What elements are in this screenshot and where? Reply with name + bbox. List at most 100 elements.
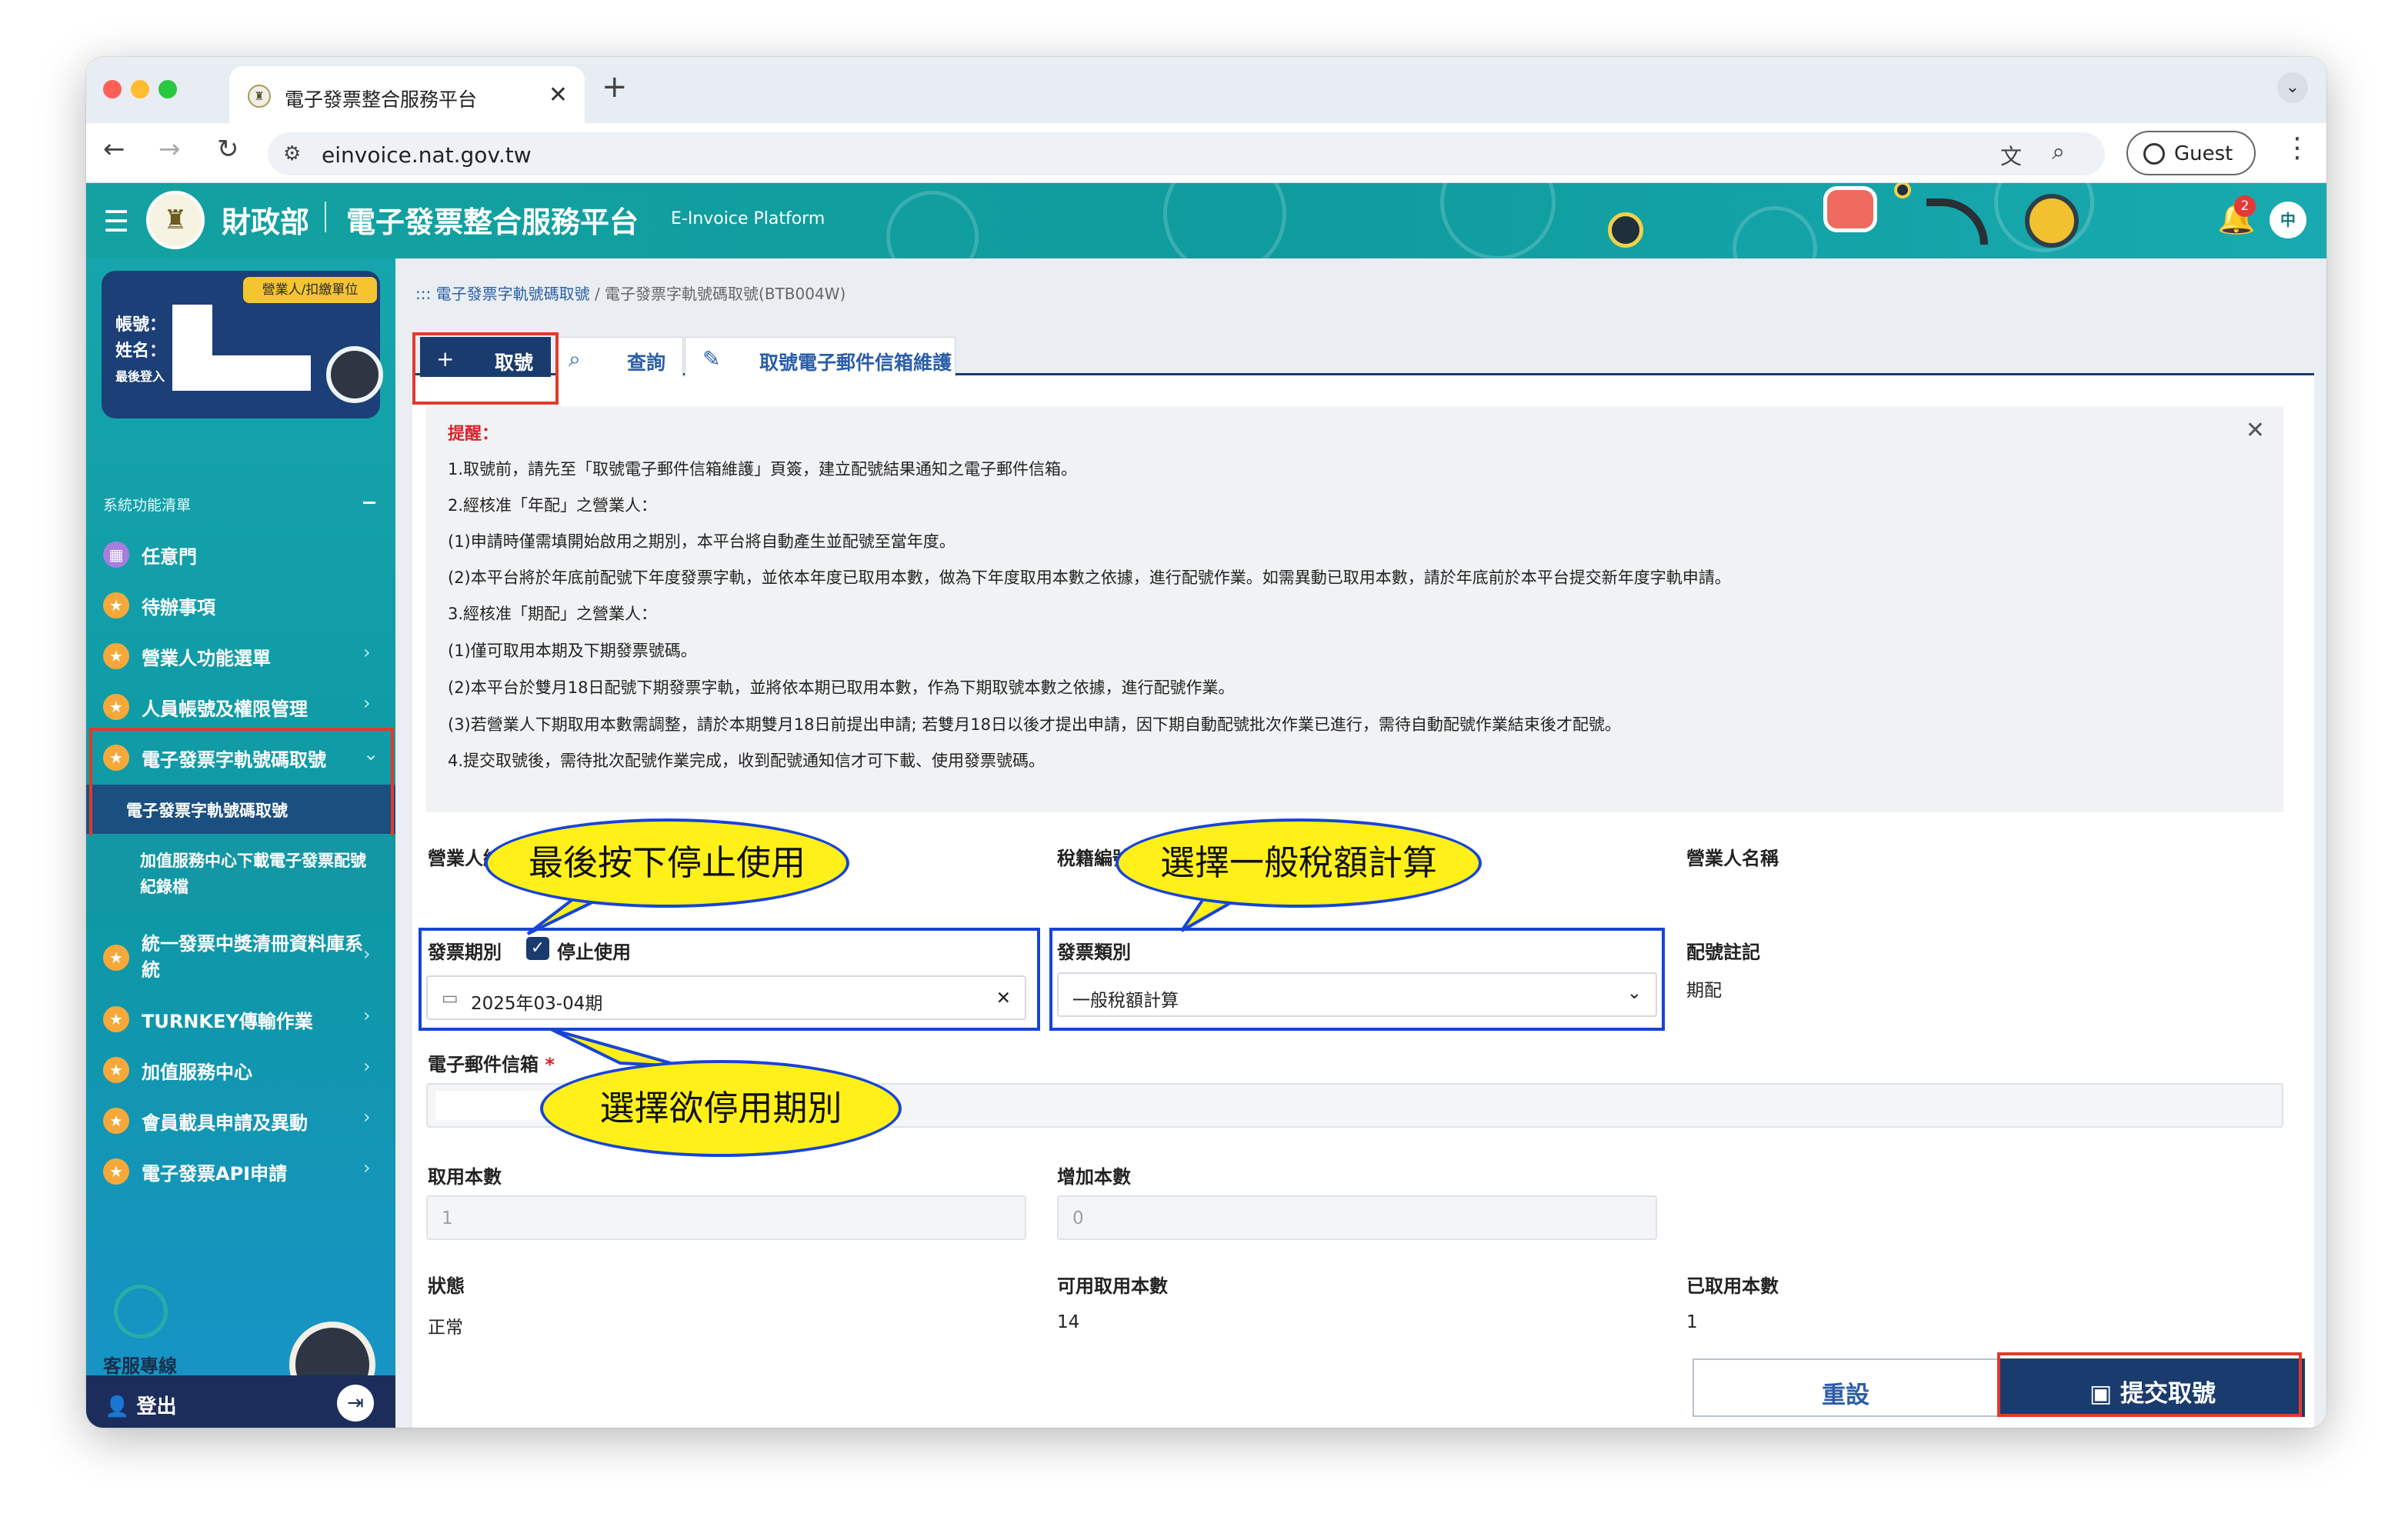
menu-section-title: 系統功能清單 [103, 497, 192, 514]
chevron-right-icon: › [363, 692, 371, 714]
zoom-window-button[interactable] [158, 80, 177, 98]
url-text: einvoice.nat.gov.tw [322, 142, 532, 168]
close-notice-icon[interactable]: ✕ [2246, 417, 2265, 444]
star-icon: ★ [103, 1057, 129, 1083]
sidebar-item-label: 電子發票API申請 [142, 1163, 288, 1185]
coin-decoration-icon [1608, 212, 1643, 248]
chevron-right-icon: › [363, 642, 371, 663]
ministry-logo: ♜ [146, 191, 205, 249]
star-icon: ★ [103, 1108, 129, 1134]
tab-strip: ♜ 電子發票整合服務平台 ✕ + ⌄ [86, 57, 2326, 123]
reload-icon[interactable]: ↻ [217, 134, 239, 165]
status-value: 正常 [428, 1318, 463, 1338]
logout-icon[interactable]: ⇥ [337, 1385, 374, 1422]
mascot-bear-icon [326, 346, 383, 403]
sidebar-item-label: 加值服務中心 [142, 1062, 252, 1083]
sidebar-item-portal[interactable]: ▦ 任意門 [86, 531, 395, 577]
add-count-label: 增加本數 [1057, 1166, 1131, 1188]
reset-button-label: 重設 [1822, 1382, 1869, 1409]
search-icon: ⌕ [569, 346, 581, 372]
minimize-window-button[interactable] [131, 80, 149, 98]
breadcrumb-parent[interactable]: 電子發票字軌號碼取號 [436, 285, 590, 303]
decor-circle [1733, 206, 1817, 258]
profile-button[interactable]: Guest [2126, 131, 2256, 175]
star-icon: ★ [103, 643, 129, 669]
add-count-input[interactable]: 0 [1057, 1195, 1657, 1240]
name-label: 姓名： [115, 342, 167, 361]
notice-line: (1)申請時僅需填開始啟用之期別，本平台將自動產生並配號至當年度。 [448, 532, 956, 551]
clear-date-icon[interactable]: ✕ [996, 988, 1011, 1008]
callout-select-type: 選擇一般稅額計算 [1116, 818, 1482, 908]
sidebar-item-turnkey[interactable]: ★ TURNKEY傳輸作業 › [86, 995, 395, 1042]
forward-icon[interactable]: → [158, 134, 181, 165]
sidebar-item-label: TURNKEY傳輸作業 [142, 1011, 313, 1032]
address-bar[interactable]: ⚙ einvoice.nat.gov.tw 文 ⌕ [268, 132, 2105, 175]
tab-email-maintenance[interactable]: ✎ 取號電子郵件信箱維護 [685, 337, 956, 377]
redacted-name [172, 355, 311, 391]
sidebar-item-api[interactable]: ★ 電子發票API申請 › [86, 1148, 395, 1194]
breadcrumb: ::: 電子發票字軌號碼取號 / 電子發票字軌號碼取號(BTB004W) [415, 282, 845, 304]
chevron-down-icon: ⌄ [1626, 983, 1642, 1003]
tab-search-chevron-icon[interactable]: ⌄ [2277, 72, 2308, 103]
highlight-box-submit [1997, 1352, 2302, 1417]
hamburger-menu-icon[interactable]: ☰ [103, 205, 129, 238]
sidebar-item-value-added[interactable]: ★ 加值服務中心 › [86, 1046, 395, 1092]
sidebar-item-label: 會員載具申請及異動 [142, 1112, 308, 1134]
zoom-icon[interactable]: ⌕ [2052, 138, 2065, 165]
callout-select-period: 選擇欲停用期別 [540, 1060, 902, 1157]
calendar-icon: ▭ [442, 988, 459, 1008]
logout-bar[interactable]: 👤 登出 ⇥ [86, 1375, 395, 1428]
sidebar-item-account-permissions[interactable]: ★ 人員帳號及權限管理 › [86, 683, 395, 729]
sidebar-item-winning-list[interactable]: ★ 統一發票中獎清冊資料庫系統 › [86, 926, 395, 988]
period-date-input[interactable]: ▭ 2025年03-04期 ✕ [426, 975, 1026, 1020]
browser-tab[interactable]: ♜ 電子發票整合服務平台 ✕ [229, 66, 585, 123]
notice-line: (2)本平台於雙月18日配號下期發票字軌，並將依本期已取用本數，作為下期取號本數… [448, 678, 1235, 697]
sidebar-item-todo[interactable]: ★ 待辦事項 [86, 582, 395, 628]
decor-circle [1163, 183, 1286, 258]
sidebar-item-label: 任意門 [142, 546, 197, 568]
breadcrumb-separator: / [594, 285, 605, 303]
chevron-right-icon: › [363, 1005, 371, 1026]
tab-query[interactable]: ⌕ 查詢 [557, 337, 683, 377]
user-card: 營業人/扣繳單位 帳號： 姓名： 最後登入 [102, 271, 383, 418]
site-settings-icon[interactable]: ⚙ [283, 142, 301, 165]
tab-label: 取號電子郵件信箱維護 [759, 352, 952, 374]
content-panel: + 取號 ⌕ 查詢 ✎ 取號電子郵件信箱維護 提醒： ✕ 1.取號前，請先至「取… [412, 325, 2314, 1428]
notice-title: 提醒： [448, 425, 499, 444]
sidebar-item-carrier[interactable]: ★ 會員載具申請及異動 › [86, 1097, 395, 1143]
stop-use-checkbox[interactable]: ✓ [526, 937, 549, 960]
profile-label: Guest [2174, 142, 2233, 165]
notice-line: 2.經核准「年配」之營業人： [448, 496, 658, 515]
business-name-label: 營業人名稱 [1686, 848, 1779, 869]
reset-button[interactable]: 重設 [1693, 1358, 1999, 1417]
sidebar-item-business-menu[interactable]: ★ 營業人功能選單 › [86, 632, 395, 678]
notice-line: (1)僅可取用本期及下期發票號碼。 [448, 642, 697, 660]
collapse-section-icon[interactable] [363, 502, 375, 504]
close-window-button[interactable] [103, 80, 122, 98]
highlight-box-take-tab [412, 332, 559, 405]
site-favicon-icon: ♜ [248, 85, 271, 108]
site-header: ☰ ♜ 財政部 電子發票整合服務平台 E-Invoice Platform 🔔 … [86, 183, 2326, 258]
back-icon[interactable]: ← [103, 134, 125, 165]
breadcrumb-current: 電子發票字軌號碼取號(BTB004W) [605, 285, 846, 303]
invoice-type-select[interactable]: 一般稅額計算 ⌄ [1057, 972, 1657, 1017]
highlight-box-sidebar [89, 728, 394, 840]
translate-icon[interactable]: 文 [2000, 140, 2022, 171]
chevron-right-icon: › [363, 1106, 371, 1128]
shopping-tag-icon [1823, 186, 1877, 232]
callout-tail-period [550, 1028, 682, 1068]
notice-box: 提醒： ✕ 1.取號前，請先至「取號電子郵件信箱維護」頁簽，建立配號結果通知之電… [426, 406, 2283, 812]
browser-window: ♜ 電子發票整合服務平台 ✕ + ⌄ ← → ↻ ⚙ einvoice.nat.… [86, 57, 2326, 1428]
hotline-label: 客服專線 [103, 1355, 177, 1377]
sidebar-subitem-download-records[interactable]: 加值服務中心下載電子發票配號紀錄檔 [86, 835, 395, 912]
tab-bar: + 取號 ⌕ 查詢 ✎ 取號電子郵件信箱維護 [412, 325, 2314, 377]
new-tab-icon[interactable]: + [602, 69, 628, 105]
platform-name: 電子發票整合服務平台 [346, 205, 639, 239]
take-count-input[interactable]: 1 [426, 1195, 1026, 1240]
notice-line: 3.經核准「期配」之營業人： [448, 605, 658, 623]
close-tab-icon[interactable]: ✕ [549, 82, 568, 108]
browser-menu-icon[interactable]: ⋮ [2283, 132, 2311, 164]
account-label: 帳號： [115, 315, 167, 335]
language-toggle-button[interactable]: 中 [2270, 202, 2306, 238]
chevron-right-icon: › [363, 1157, 371, 1178]
